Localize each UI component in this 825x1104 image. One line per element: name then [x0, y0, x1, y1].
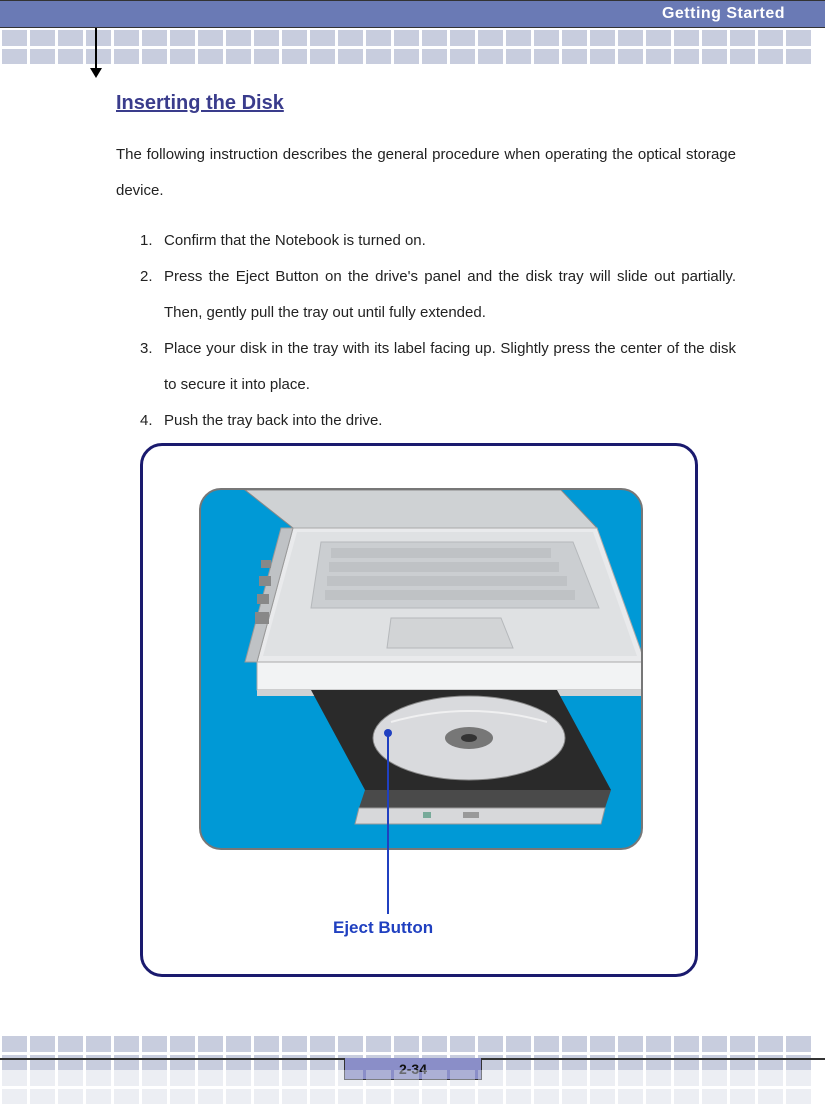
- page-header: Getting Started: [0, 0, 825, 28]
- figure-callout-label: Eject Button: [333, 918, 433, 938]
- instruction-list: Confirm that the Notebook is turned on. …: [116, 223, 736, 439]
- intro-paragraph: The following instruction describes the …: [116, 137, 736, 209]
- decor-squares-top-dark: [0, 30, 825, 64]
- arrow-down-icon: [88, 28, 104, 78]
- content-column: Inserting the Disk The following instruc…: [116, 92, 736, 439]
- figure-container: Eject Button: [140, 443, 698, 977]
- laptop-illustration: [199, 488, 643, 850]
- header-title: Getting Started: [662, 5, 785, 23]
- list-item: Place your disk in the tray with its lab…: [140, 331, 736, 403]
- list-item: Press the Eject Button on the drive's pa…: [140, 259, 736, 331]
- section-title: Inserting the Disk: [116, 92, 736, 115]
- callout-line: [387, 732, 389, 914]
- list-item: Confirm that the Notebook is turned on.: [140, 223, 736, 259]
- decor-squares-bottom-dark: [0, 1070, 825, 1104]
- list-item: Push the tray back into the drive.: [140, 403, 736, 439]
